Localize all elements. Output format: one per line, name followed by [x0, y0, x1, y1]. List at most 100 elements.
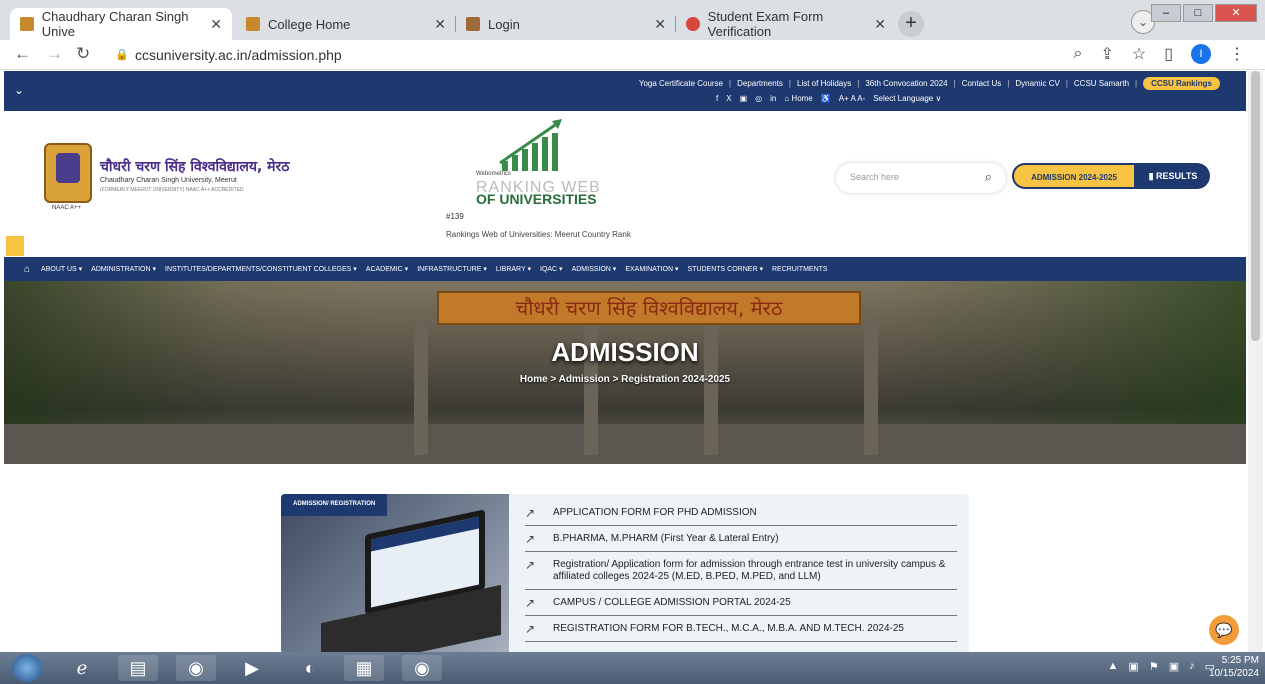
close-window-button[interactable]: ✕	[1215, 4, 1257, 22]
search-input[interactable]: Search here ⌕	[836, 163, 1006, 193]
side-panel-icon[interactable]: ▯	[1164, 44, 1173, 64]
bookmark-star-icon[interactable]: ☆	[1132, 44, 1146, 64]
top-link[interactable]: Yoga Certificate Course	[639, 79, 723, 88]
chrome-icon[interactable]: ◉	[402, 655, 442, 681]
nav-item-examination[interactable]: EXAMINATION ▾	[625, 265, 678, 273]
home-link[interactable]: ⌂ Home	[784, 94, 812, 103]
volume-icon[interactable]: ♪	[1189, 660, 1195, 673]
internet-explorer-icon[interactable]: ℯ	[62, 655, 102, 681]
ccsu-rankings-button[interactable]: CCSU Rankings	[1143, 77, 1220, 90]
maximize-button[interactable]: □	[1183, 4, 1213, 22]
link-text[interactable]: B.PHARMA, M.PHARM (First Year & Lateral …	[553, 533, 779, 545]
tab-login[interactable]: Login ✕	[456, 8, 676, 40]
gate-signboard: चौधरी चरण सिंह विश्वविद्यालय, मेरठ	[437, 291, 861, 325]
windows-taskbar: ℯ ▤ ◉ ▶ ◐ ▦ ◉ ▲ ▣ ⚑ ▣ ♪ ▭ 5:25 PM 10/15/…	[0, 652, 1265, 684]
close-tab-icon[interactable]: ✕	[874, 16, 886, 33]
nav-item-infrastructure[interactable]: INFRASTRUCTURE ▾	[417, 265, 487, 273]
firefox-icon[interactable]: ◐	[290, 655, 330, 681]
main-content: ADMISSION/ REGISTRATION ↗ APPLICATION FO…	[0, 464, 1265, 654]
chrome-icon[interactable]: ◉	[176, 655, 216, 681]
nav-item-academic[interactable]: ACADEMIC ▾	[366, 265, 408, 273]
link-text[interactable]: REGISTRATION FORM FOR B.TECH., M.C.A., M…	[553, 623, 904, 635]
nav-item-iqac[interactable]: IQAC ▾	[540, 265, 563, 273]
flag-icon[interactable]: ⚑	[1149, 660, 1159, 673]
time: 5:25 PM	[1221, 655, 1259, 666]
lock-icon: 🔒	[115, 49, 129, 61]
reload-icon[interactable]: ↻	[76, 44, 90, 64]
breadcrumb: Home > Admission > Registration 2024-202…	[519, 374, 731, 385]
file-explorer-icon[interactable]: ▤	[118, 655, 158, 681]
accessibility-icon[interactable]: ♿	[821, 94, 831, 103]
start-button[interactable]	[12, 654, 42, 682]
university-subtitle: (FORMERLY MEERUT UNIVERSITY) NAAC A++ AC…	[100, 187, 244, 193]
forward-arrow-icon[interactable]: →	[46, 44, 63, 64]
linkedin-icon[interactable]: in	[770, 94, 776, 103]
notepad-icon[interactable]: ▦	[344, 655, 384, 681]
font-size-controls[interactable]: A+ A A-	[839, 94, 865, 103]
university-favicon-icon	[246, 17, 260, 31]
close-tab-icon[interactable]: ✕	[654, 16, 666, 33]
minimize-button[interactable]: –	[1151, 4, 1181, 22]
link-text[interactable]: Registration/ Application form for admis…	[553, 559, 957, 583]
top-link[interactable]: 36th Convocation 2024	[865, 79, 947, 88]
results-label: RESULTS	[1156, 171, 1198, 181]
tray-app-icon[interactable]: ▣	[1169, 660, 1179, 673]
tab-title: Login	[488, 16, 520, 32]
results-button[interactable]: ▮ RESULTS	[1136, 163, 1210, 189]
close-tab-icon[interactable]: ✕	[210, 16, 222, 33]
hamburger-menu-icon[interactable]	[6, 236, 24, 256]
network-icon[interactable]: ▲	[1108, 660, 1119, 673]
rank-number: #139	[446, 212, 464, 221]
webometrics-label: Webometrics	[476, 171, 511, 177]
profile-avatar[interactable]: I	[1191, 44, 1211, 64]
nav-item-institutes[interactable]: INSTITUTES/DEPARTMENTS/CONSTITUENT COLLE…	[165, 265, 357, 273]
youtube-icon[interactable]: ▣	[740, 94, 748, 103]
link-text[interactable]: APPLICATION FORM FOR PHD ADMISSION	[553, 507, 757, 519]
taskbar-clock[interactable]: 5:25 PM 10/15/2024	[1209, 654, 1259, 680]
card-tag: ADMISSION/ REGISTRATION	[281, 494, 388, 516]
page-scrollbar[interactable]	[1248, 71, 1263, 652]
tab-title: Student Exam Form Verification	[707, 9, 824, 39]
nav-item-about-us[interactable]: ABOUT US ▾	[41, 265, 82, 273]
top-link[interactable]: Dynamic CV	[1015, 79, 1059, 88]
nav-item-administration[interactable]: ADMINISTRATION ▾	[91, 265, 156, 273]
university-logo[interactable]	[44, 143, 92, 203]
admission-2024-2025-button[interactable]: ADMISSION 2024-2025	[1012, 163, 1136, 189]
x-twitter-icon[interactable]: X	[726, 94, 731, 103]
chat-icon[interactable]: 💬	[1209, 615, 1239, 645]
list-item[interactable]: ↗ REGISTRATION FORM FOR B.TECH., M.C.A.,…	[525, 616, 957, 642]
nav-item-admission[interactable]: ADMISSION ▾	[572, 265, 617, 273]
university-name-hindi: चौधरी चरण सिंह विश्वविद्यालय, मेरठ	[100, 159, 290, 175]
tab-college-home[interactable]: College Home ✕	[236, 8, 456, 40]
nav-item-library[interactable]: LIBRARY ▾	[496, 265, 531, 273]
search-icon[interactable]: ⌕	[985, 169, 992, 185]
top-link[interactable]: Departments	[737, 79, 783, 88]
facebook-icon[interactable]: f	[716, 94, 718, 103]
share-icon[interactable]: ⇪	[1100, 44, 1113, 64]
tab-ccsu[interactable]: Chaudhary Charan Singh Unive ✕	[10, 8, 232, 40]
menu-kebab-icon[interactable]: ⋮	[1229, 44, 1245, 64]
instagram-icon[interactable]: ◎	[755, 94, 762, 103]
page-title: ADMISSION	[551, 337, 699, 367]
new-tab-button[interactable]: +	[898, 11, 924, 37]
top-link[interactable]: Contact Us	[962, 79, 1002, 88]
back-arrow-icon[interactable]: ←	[14, 44, 31, 64]
top-link[interactable]: List of Holidays	[797, 79, 851, 88]
select-language-dropdown[interactable]: Select Language ∨	[873, 94, 941, 103]
tab-exam-form[interactable]: Student Exam Form Verification ✕	[676, 8, 896, 40]
nav-item-recruitments[interactable]: RECRUITMENTS	[772, 266, 828, 273]
top-link[interactable]: CCSU Samarth	[1074, 79, 1129, 88]
list-item[interactable]: ↗ B.PHARMA, M.PHARM (First Year & Latera…	[525, 526, 957, 552]
tray-app-icon[interactable]: ▣	[1128, 660, 1138, 673]
link-text[interactable]: CAMPUS / COLLEGE ADMISSION PORTAL 2024-2…	[553, 597, 791, 609]
close-tab-icon[interactable]: ✕	[434, 16, 446, 33]
zoom-icon[interactable]: ⌕	[1073, 45, 1082, 63]
chevron-down-icon[interactable]: ⌄	[14, 83, 24, 97]
home-icon[interactable]: ⌂	[24, 264, 30, 275]
url-field[interactable]: ccsuniversity.ac.in/admission.php	[135, 47, 342, 63]
list-item[interactable]: ↗ APPLICATION FORM FOR PHD ADMISSION	[525, 500, 957, 526]
media-player-icon[interactable]: ▶	[232, 655, 272, 681]
nav-item-students-corner[interactable]: STUDENTS CORNER ▾	[688, 265, 763, 273]
list-item[interactable]: ↗ Registration/ Application form for adm…	[525, 552, 957, 590]
list-item[interactable]: ↗ CAMPUS / COLLEGE ADMISSION PORTAL 2024…	[525, 590, 957, 616]
